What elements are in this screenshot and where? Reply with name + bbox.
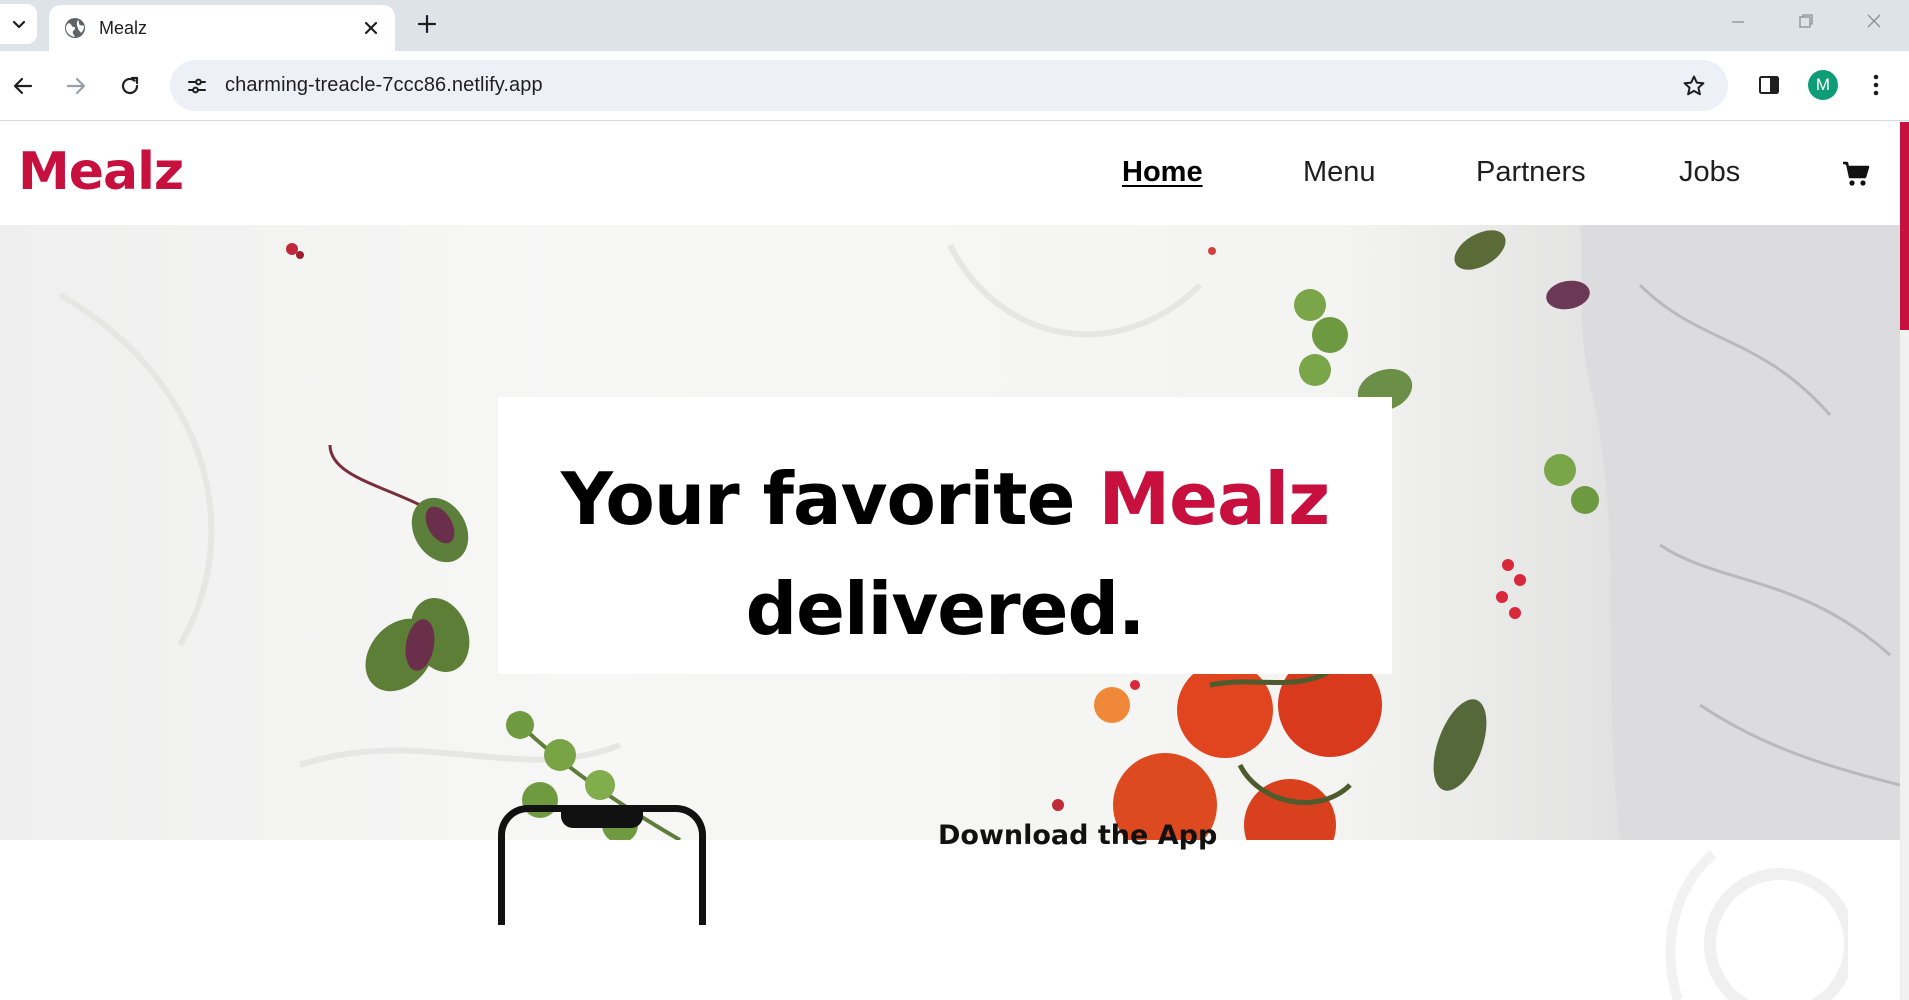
side-panel-button[interactable] [1752, 68, 1786, 102]
tab-search-button[interactable] [0, 4, 37, 44]
tab-close-button[interactable] [359, 16, 383, 40]
back-button[interactable] [5, 68, 41, 104]
page-viewport: Mealz Home Menu Partners Jobs Your favor… [0, 122, 1909, 1000]
hero-card: Your favorite Mealz delivered. [498, 397, 1392, 674]
minimize-button[interactable] [1710, 6, 1766, 36]
cart-icon[interactable] [1842, 160, 1870, 188]
close-icon [1867, 14, 1881, 28]
forward-button[interactable] [58, 68, 94, 104]
restore-button[interactable] [1778, 6, 1834, 36]
hero-heading-brand: Mealz [1098, 457, 1330, 541]
hero-heading-prefix: Your favorite [560, 457, 1099, 541]
nav-partners[interactable]: Partners [1476, 156, 1586, 189]
nav-menu[interactable]: Menu [1303, 156, 1376, 189]
hero-heading-line2: delivered. [745, 567, 1146, 651]
url-text[interactable]: charming-treacle-7ccc86.netlify.app [225, 74, 543, 97]
scrollbar-thumb[interactable] [1900, 122, 1909, 330]
site-logo[interactable]: Mealz [18, 142, 184, 202]
site-info-button[interactable] [178, 67, 216, 105]
hero-heading-line1: Your favorite Mealz [498, 457, 1392, 541]
tune-icon [188, 78, 206, 94]
chevron-down-icon [12, 20, 25, 29]
browser-menu-button[interactable] [1862, 68, 1890, 102]
address-bar[interactable]: charming-treacle-7ccc86.netlify.app [170, 60, 1728, 111]
phone-mockup [498, 805, 706, 925]
plus-icon [418, 15, 436, 33]
restore-icon [1799, 14, 1813, 28]
phone-notch [561, 810, 643, 828]
minimize-icon [1732, 21, 1744, 23]
browser-toolbar: charming-treacle-7ccc86.netlify.app M [0, 51, 1909, 121]
side-panel-icon [1759, 76, 1779, 94]
arrow-right-icon [66, 77, 86, 95]
close-icon [364, 21, 378, 35]
decorative-circle [1665, 850, 1848, 1000]
site-header: Mealz Home Menu Partners Jobs [0, 122, 1900, 225]
download-app-heading: Download the App [938, 820, 1218, 851]
star-icon [1683, 75, 1705, 96]
browser-tab[interactable]: Mealz [49, 5, 395, 51]
nav-home[interactable]: Home [1122, 156, 1203, 189]
profile-avatar[interactable]: M [1808, 70, 1838, 100]
reload-button[interactable] [112, 68, 148, 104]
arrow-left-icon [13, 77, 33, 95]
hero-section: Your favorite Mealz delivered. [0, 225, 1900, 840]
browser-tab-strip: Mealz [0, 0, 1909, 51]
nav-jobs[interactable]: Jobs [1679, 156, 1740, 189]
bookmark-button[interactable] [1680, 72, 1708, 100]
page-scrollbar[interactable] [1900, 122, 1909, 1000]
globe-icon [65, 18, 85, 38]
more-vert-icon [1873, 74, 1879, 96]
new-tab-button[interactable] [412, 9, 442, 39]
reload-icon [121, 76, 139, 95]
tab-title: Mealz [99, 17, 148, 38]
window-close-button[interactable] [1846, 6, 1902, 36]
